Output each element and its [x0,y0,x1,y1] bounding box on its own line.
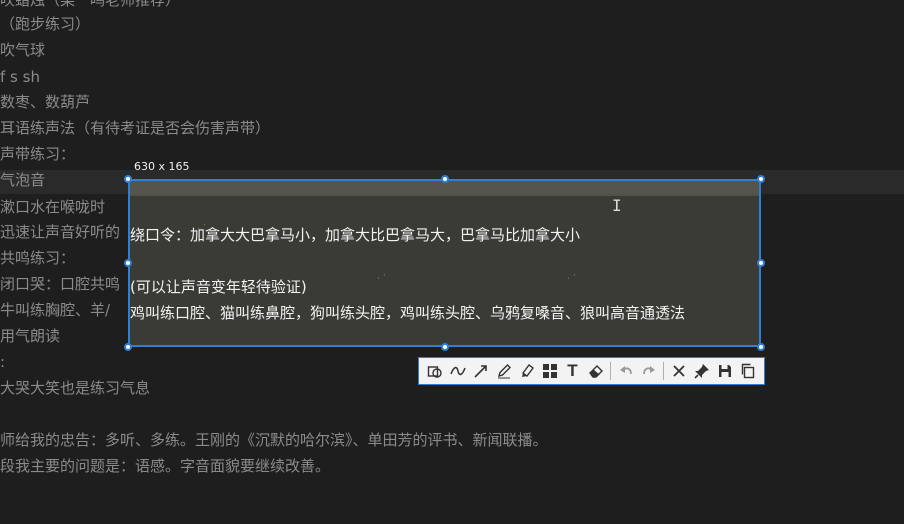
screenshot-selection-region[interactable]: · · · · · · · · · 绕口令：加拿大大巴拿马小，加拿大比巴拿马大，… [128,179,761,347]
marker-icon [521,364,534,377]
toolbar-divider [610,362,611,380]
rectangle-ellipse-icon [427,366,442,378]
editor-line: 耳语练声法（有待考证是否会伤害声带） [0,119,271,137]
resize-handle-bottom[interactable] [441,343,449,351]
resize-handle-bottom-left[interactable] [124,343,132,351]
editor-line: 漱口水在喉咙时 [0,198,106,216]
rectangle-ellipse-tool-button[interactable] [423,359,446,383]
curve-icon [449,366,466,376]
editor-line: 共鸣练习： [0,249,76,267]
mosaic-tool-button[interactable] [538,359,561,383]
annotation-toolbar: T [418,357,765,385]
arrow-tool-button[interactable] [469,359,492,383]
redo-button[interactable] [637,359,660,383]
pen-icon [497,364,511,379]
toolbar-divider [663,362,664,380]
editor-line: 数枣、数葫芦 [0,93,91,111]
save-icon [718,365,731,377]
editor-line: 段我主要的问题是：语感。字音面貌要继续改善。 [0,457,331,475]
resize-handle-right[interactable] [757,259,765,267]
curve-tool-button[interactable] [446,359,469,383]
editor-line: 用气朗读 [0,327,61,345]
editor-line: 闭口哭：口腔共鸣 [0,275,121,293]
editor-line: : [0,353,6,371]
editor-line: 迅速让声音好听的 [0,223,121,241]
svg-text:· · ·: · · · [368,269,390,281]
text-cursor-icon: I [612,196,622,215]
editor-line: f s sh [0,68,40,86]
close-icon [672,365,685,377]
editor-line: 牛叫练胸腔、羊/ [0,301,111,319]
resize-handle-top[interactable] [441,175,449,183]
close-button[interactable] [667,359,690,383]
text-icon: T [567,361,578,380]
watermark-icon: · · · [368,269,390,281]
eraser-icon [588,365,603,378]
pin-button[interactable] [690,359,713,383]
editor-line: 气泡音 [0,171,46,189]
editor-line: 吹蜡烛（栾一鸣老师推荐） [0,0,181,9]
resize-handle-bottom-right[interactable] [757,343,765,351]
copy-icon [741,363,754,379]
selection-text-line: 鸡叫练口腔、猫叫练鼻腔，狗叫练头腔，鸡叫练头腔、乌鸦复嗓音、狼叫高音通透法 [130,304,686,322]
editor-line: 大哭大笑也是练习气息 [0,379,151,397]
selection-size-label: 630 x 165 [134,160,190,173]
mosaic-icon [542,364,557,378]
editor-line: 声带练习： [0,145,76,163]
editor-line: 吹气球 [0,41,46,59]
selection-text-line: 绕口令：加拿大大巴拿马小，加拿大比巴拿马大，巴拿马比加拿大小 [130,226,581,244]
save-button[interactable] [713,359,736,383]
undo-icon [619,366,632,375]
pen-tool-button[interactable] [492,359,515,383]
resize-handle-left[interactable] [124,259,132,267]
resize-handle-top-right[interactable] [757,175,765,183]
copy-button[interactable] [736,359,759,383]
resize-handle-top-left[interactable] [124,175,132,183]
text-tool-button[interactable]: T [561,359,584,383]
eraser-tool-button[interactable] [584,359,607,383]
pin-icon [693,364,709,379]
svg-text:· · ·: · · · [558,269,580,281]
redo-icon [642,366,655,375]
selection-text-line: (可以让声音变年轻待验证) [130,278,307,296]
undo-button[interactable] [614,359,637,383]
arrow-icon [473,365,487,378]
editor-line: 师给我的忠告：多听、多练。王刚的《沉默的哈尔滨》、单田芳的评书、新闻联播。 [0,431,548,449]
editor-line: （跑步练习） [0,15,91,33]
marker-tool-button[interactable] [515,359,538,383]
watermark-icon: · · · [558,269,580,281]
